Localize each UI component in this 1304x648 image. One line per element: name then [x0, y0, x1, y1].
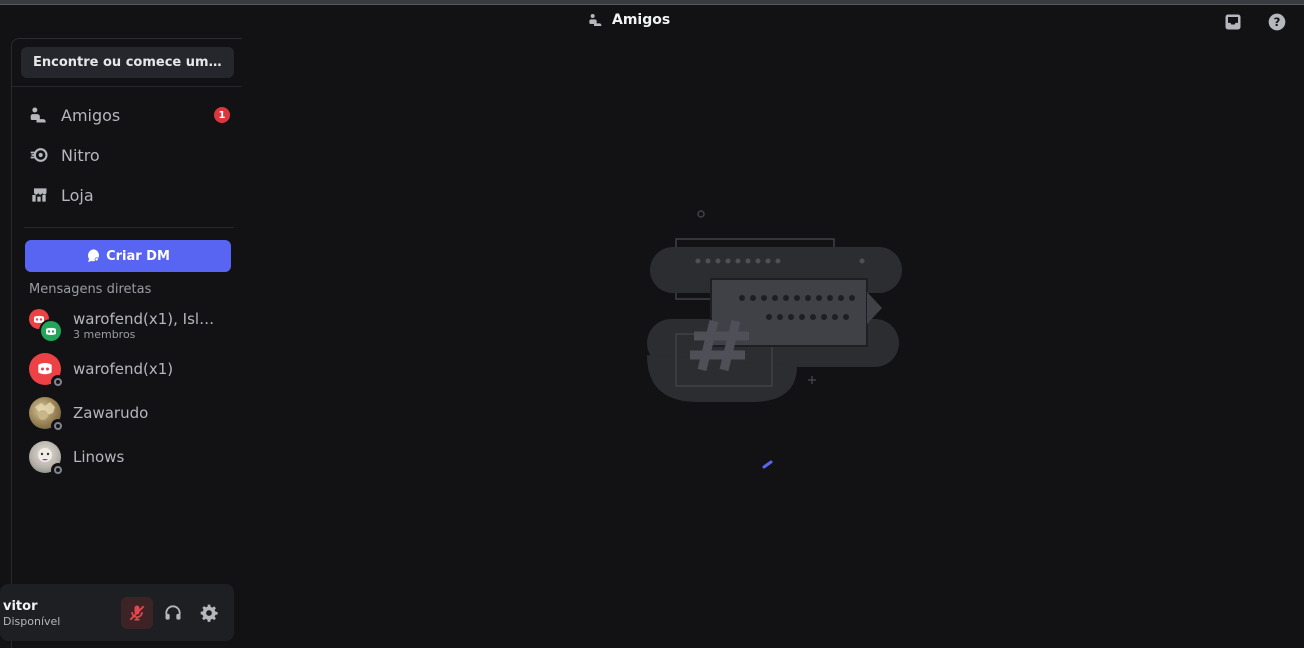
user-settings-button[interactable] — [193, 597, 225, 629]
dm-item-group[interactable]: warofend(x1), Islan... 3 membros — [21, 304, 234, 346]
friends-icon — [30, 107, 46, 123]
nitro-icon — [30, 148, 48, 162]
dm-section-header: Mensagens diretas — [29, 282, 152, 297]
search-input[interactable]: Encontre ou comece uma con... — [21, 47, 234, 78]
username: vitor — [3, 599, 38, 614]
new-dm-icon — [88, 249, 100, 262]
user-status: Disponível — [3, 615, 61, 628]
offline-status-icon — [51, 419, 65, 433]
page-title: Amigos — [588, 12, 670, 28]
nav-item-nitro[interactable]: Nitro — [21, 137, 234, 173]
title-bar: Amigos ? — [0, 5, 1304, 37]
divider — [12, 86, 242, 87]
main-content — [242, 38, 1304, 648]
create-dm-label: Criar DM — [106, 248, 170, 264]
offline-status-icon — [51, 463, 65, 477]
dm-name: warofend(x1), Islan... — [73, 309, 223, 328]
dm-member-count: 3 membros — [73, 327, 136, 341]
nav-item-loja[interactable]: Loja — [21, 177, 234, 213]
page-title-label: Amigos — [612, 12, 671, 28]
microphone-muted-icon — [129, 605, 145, 621]
group-avatar — [29, 309, 63, 343]
avatar — [29, 397, 65, 433]
nav-item-label: Nitro — [61, 145, 100, 165]
notification-badge: 1 — [214, 107, 230, 123]
offline-status-icon — [51, 375, 65, 389]
svg-text:?: ? — [1274, 15, 1281, 29]
dm-name: Linows — [73, 448, 125, 466]
dm-name: warofend(x1) — [73, 360, 174, 378]
nav-item-label: Loja — [61, 185, 94, 205]
dm-item-zawarudo[interactable]: Zawarudo — [21, 392, 234, 434]
nav-item-label: Amigos — [61, 105, 121, 125]
headphones-icon — [165, 605, 181, 620]
gear-icon — [200, 604, 218, 622]
dm-item-warofend[interactable]: warofend(x1) — [21, 348, 234, 390]
discord-logo-icon — [38, 362, 52, 375]
user-panel: vitor Disponível — [0, 584, 234, 641]
nav-item-amigos[interactable]: Amigos 1 — [21, 97, 234, 133]
shop-icon — [31, 188, 47, 202]
create-dm-button[interactable]: Criar DM — [25, 240, 231, 272]
inbox-icon[interactable] — [1223, 12, 1243, 32]
avatar — [29, 353, 65, 389]
divider — [24, 227, 234, 228]
empty-state-illustration — [647, 210, 902, 402]
friends-icon — [589, 14, 602, 26]
help-icon[interactable]: ? — [1267, 12, 1287, 32]
mute-microphone-button[interactable] — [121, 597, 153, 629]
dm-sidebar: Encontre ou comece uma con... Amigos 1 N… — [11, 38, 242, 648]
deafen-button[interactable] — [157, 597, 189, 629]
avatar — [29, 441, 65, 477]
loading-spinner-icon — [762, 460, 773, 469]
dm-item-linows[interactable]: Linows — [21, 436, 234, 478]
dm-name: Zawarudo — [73, 404, 149, 422]
